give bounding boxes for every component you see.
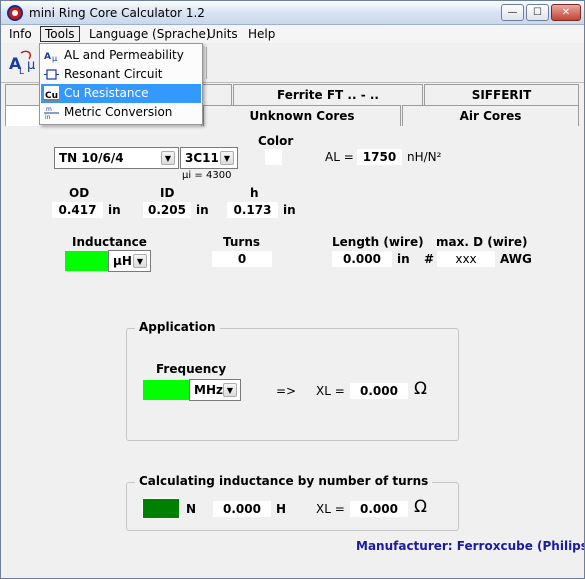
maximize-button[interactable]: ☐ <box>526 4 549 21</box>
maxd-value[interactable]: xxx <box>437 251 495 267</box>
svg-text:µ: µ <box>52 54 57 63</box>
menu-units[interactable]: Units <box>203 26 242 42</box>
ohm-label: Ω <box>414 379 427 399</box>
n-label: N <box>186 502 197 516</box>
color-label: Color <box>258 134 294 148</box>
maxd-label: max. D (wire) <box>436 235 528 249</box>
title-bar[interactable]: mini Ring Core Calculator 1.2 — ☐ ✕ <box>1 1 584 25</box>
manufacturer-label: Manufacturer: Ferroxcube (Philips) <box>356 539 585 553</box>
turns-value[interactable]: 0 <box>212 251 272 267</box>
h-label: h <box>250 186 259 200</box>
inductance-unit-select[interactable]: µH ▼ <box>108 250 151 272</box>
tools-dropdown-menu: A µ AL and Permeability Resonant Circuit… <box>39 43 203 125</box>
menu-tools[interactable]: Tools <box>40 26 80 42</box>
calc-h-unit: H <box>276 502 287 516</box>
menu-item-metric-conversion[interactable]: m in Metric Conversion <box>41 103 201 122</box>
od-label: OD <box>69 186 90 200</box>
id-label: ID <box>160 186 175 200</box>
arrow-label: => <box>276 384 297 398</box>
id-value[interactable]: 0.205 <box>143 202 191 218</box>
calc-xl-label: XL = <box>316 502 345 516</box>
svg-text:in: in <box>45 114 51 120</box>
cu-icon: Cu <box>44 86 59 101</box>
length-value[interactable]: 0.000 <box>332 251 392 267</box>
application-group: Application Frequency MHz ▼ => XL = 0.00… <box>126 320 459 441</box>
menu-bar: Info Tools Language (Sprache) Units Help <box>1 25 584 43</box>
window-title: mini Ring Core Calculator 1.2 <box>29 6 205 20</box>
turns-label: Turns <box>223 235 261 249</box>
tab-ferrite-ft[interactable]: Ferrite FT .. - .. <box>233 84 423 105</box>
frequency-label: Frequency <box>156 362 227 376</box>
hash-label: # <box>424 252 435 266</box>
al-label: AL = <box>325 150 354 164</box>
ring-core-icon <box>7 5 23 21</box>
calc-h-value[interactable]: 0.000 <box>213 501 271 517</box>
chevron-down-icon: ▼ <box>161 151 175 165</box>
menu-language[interactable]: Language (Sprache) <box>85 26 215 42</box>
metric-icon: m in <box>44 106 59 120</box>
awg-label: AWG <box>500 252 532 266</box>
menu-info[interactable]: Info <box>5 26 36 42</box>
svg-text:A: A <box>44 52 51 62</box>
application-title: Application <box>135 320 220 334</box>
calc-ohm-label: Ω <box>414 497 427 517</box>
svg-text:µ: µ <box>27 58 35 73</box>
menu-item-cu-resistance[interactable]: Cu Cu Resistance <box>41 84 201 103</box>
al-mu-toolbar-icon[interactable]: A L µ <box>7 47 39 79</box>
calc-title: Calculating inductance by number of turn… <box>135 474 433 488</box>
xl-label: XL = <box>316 384 345 398</box>
coil-icon <box>44 69 59 80</box>
frequency-input[interactable] <box>143 380 189 400</box>
al-value[interactable]: 1750 <box>357 149 402 165</box>
al-unit: nH/N² <box>407 150 442 164</box>
core-select[interactable]: TN 10/6/4 ▼ <box>54 147 179 169</box>
length-unit: in <box>397 252 410 266</box>
h-value[interactable]: 0.173 <box>227 202 278 218</box>
tab-sifferit[interactable]: SIFFERIT <box>424 84 579 105</box>
menu-item-al-permeability[interactable]: A µ AL and Permeability <box>41 46 201 65</box>
main-panel: TN 10/6/4 ▼ 3C11 ▼ µi = 4300 Color AL = … <box>1 127 585 578</box>
calc-xl-value[interactable]: 0.000 <box>350 501 408 517</box>
menu-help[interactable]: Help <box>244 26 279 42</box>
app-window: mini Ring Core Calculator 1.2 — ☐ ✕ Info… <box>0 0 585 579</box>
svg-text:L: L <box>19 67 24 77</box>
close-button[interactable]: ✕ <box>551 4 581 21</box>
od-unit: in <box>108 203 121 217</box>
chevron-down-icon: ▼ <box>220 151 234 165</box>
minimize-button[interactable]: — <box>501 4 524 21</box>
toolbar-separator <box>206 47 207 79</box>
al-mu-icon: A µ <box>44 52 57 63</box>
chevron-down-icon: ▼ <box>133 254 147 268</box>
tab-air-cores[interactable]: Air Cores <box>402 105 579 126</box>
frequency-unit-select[interactable]: MHz ▼ <box>189 379 241 401</box>
xl-value[interactable]: 0.000 <box>350 383 408 399</box>
mu-label: µi = <box>182 170 203 181</box>
length-label: Length (wire) <box>332 235 424 249</box>
material-select[interactable]: 3C11 ▼ <box>180 147 238 169</box>
turns-n-input[interactable] <box>142 498 180 519</box>
menu-item-resonant-circuit[interactable]: Resonant Circuit <box>41 65 201 84</box>
tab-unknown-cores[interactable]: Unknown Cores <box>203 105 401 126</box>
mu-value: 4300 <box>206 170 232 181</box>
chevron-down-icon: ▼ <box>223 383 237 397</box>
inductance-label: Inductance <box>72 235 147 249</box>
id-unit: in <box>196 203 209 217</box>
color-swatch <box>265 149 282 165</box>
calc-by-turns-group: Calculating inductance by number of turn… <box>126 474 459 531</box>
inductance-input[interactable] <box>65 251 108 271</box>
h-unit: in <box>283 203 296 217</box>
od-value[interactable]: 0.417 <box>52 202 103 218</box>
svg-text:m: m <box>46 106 52 113</box>
